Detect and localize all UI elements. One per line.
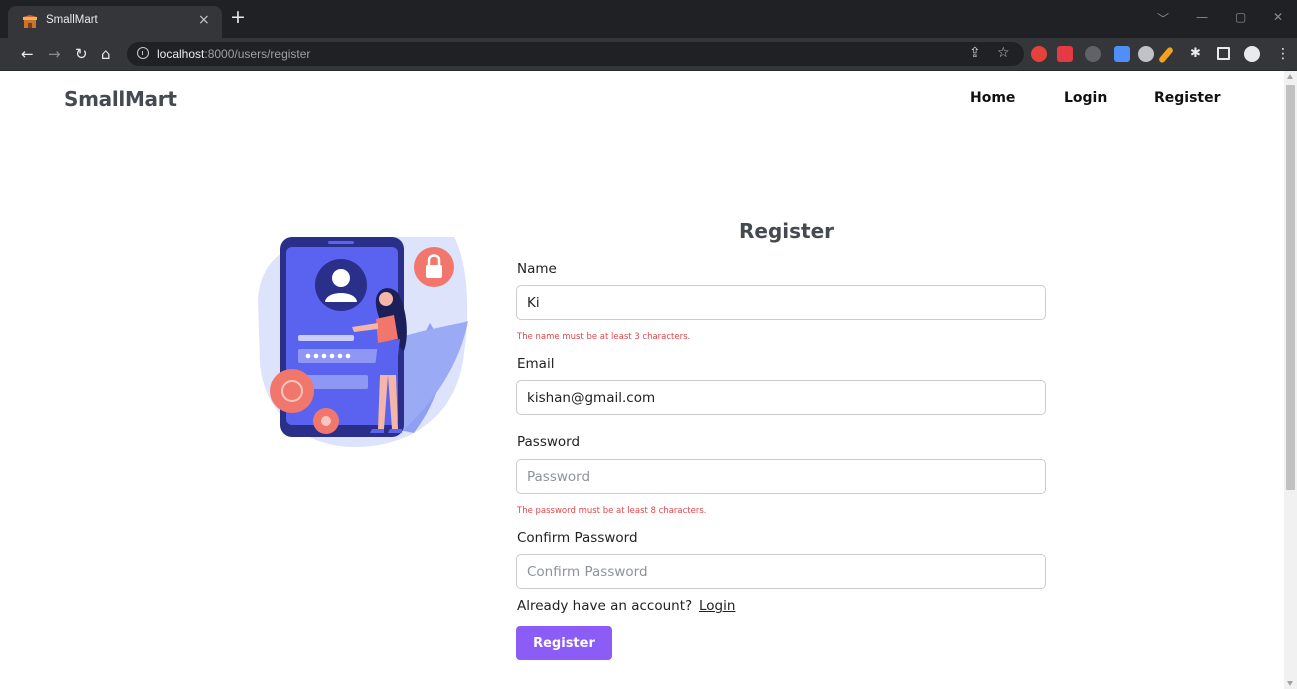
site-info-icon[interactable] [137,47,149,59]
profile-avatar-icon[interactable] [1244,46,1260,62]
extensions-puzzle-icon[interactable]: ✱ [1190,45,1201,63]
nav-link-login[interactable]: Login [1064,90,1107,106]
tab-title: SmallMart [46,14,98,26]
side-panel-icon[interactable] [1217,47,1230,60]
name-label: Name [517,261,557,277]
address-bar[interactable]: localhost:8000/users/register ⇪ ☆ [127,42,1024,66]
register-button[interactable]: Register [516,626,612,660]
password-label: Password [517,434,581,450]
scroll-thumb[interactable] [1286,85,1295,490]
login-link[interactable]: Login [699,598,735,614]
minimize-icon[interactable]: — [1196,10,1208,24]
pencil-extension-icon[interactable] [1157,46,1175,64]
name-error: The name must be at least 3 characters. [517,332,691,342]
restore-icon[interactable]: ▢ [1235,10,1246,24]
register-illustration [258,237,468,447]
password-input[interactable] [516,459,1046,494]
adblock-extension-icon[interactable] [1031,46,1047,62]
browser-menu-icon[interactable]: ⋮ [1276,45,1290,63]
url-text[interactable]: localhost:8000/users/register [157,47,310,61]
brand-logo[interactable]: SmallMart [64,87,177,111]
close-window-icon[interactable]: ✕ [1273,10,1283,24]
new-tab-button[interactable]: + [230,8,246,27]
edit-extension-icon[interactable] [1114,46,1130,62]
tab-search-icon[interactable]: ﹀ [1157,10,1169,27]
browser-tab-bar: SmallMart × + ﹀ — ▢ ✕ [0,0,1297,38]
url-path: :8000/users/register [204,47,311,61]
page-scrollbar[interactable] [1284,71,1297,689]
email-input[interactable] [516,380,1046,415]
glasses-extension-icon[interactable] [1085,46,1101,62]
tab-close-icon[interactable]: × [198,12,210,28]
page-content: SmallMart Home Login Register Register N… [0,71,1284,689]
url-host: localhost [157,47,205,61]
share-icon[interactable]: ⇪ [969,45,981,61]
scroll-up-arrow-icon[interactable] [1287,74,1293,79]
scroll-down-arrow-icon[interactable] [1287,681,1293,686]
nav-link-home[interactable]: Home [970,90,1015,106]
back-icon[interactable]: ← [21,45,34,63]
globe-extension-icon[interactable] [1138,46,1154,62]
home-icon[interactable]: ⌂ [101,45,111,63]
name-input[interactable] [516,285,1046,320]
reload-icon[interactable]: ↻ [75,45,88,63]
forward-icon[interactable]: → [48,45,61,63]
s-extension-icon[interactable] [1057,46,1073,62]
browser-toolbar: ← → ↻ ⌂ localhost:8000/users/register ⇪ … [0,38,1297,71]
browser-tab[interactable]: SmallMart × [8,6,222,38]
password-error: The password must be at least 8 characte… [517,506,707,516]
already-account-text: Already have an account? [517,598,693,614]
confirm-password-label: Confirm Password [517,530,638,546]
confirm-password-input[interactable] [516,554,1046,589]
store-favicon-icon [23,15,37,28]
email-label: Email [517,356,555,372]
bookmark-star-icon[interactable]: ☆ [997,45,1010,61]
form-title: Register [739,219,835,243]
nav-link-register[interactable]: Register [1154,90,1221,106]
